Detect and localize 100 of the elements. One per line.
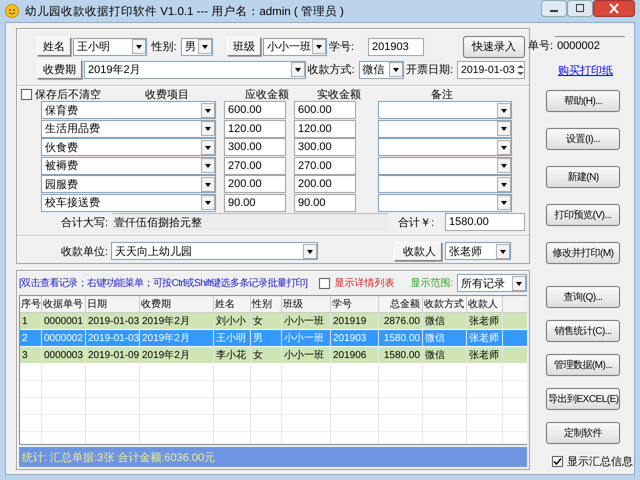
table-cell: 2876.00 xyxy=(379,313,423,329)
remark-dropdown[interactable] xyxy=(378,156,512,175)
payee-dropdown[interactable]: 天天向上幼儿园 xyxy=(111,242,318,260)
action-button[interactable]: 帮助(H)... xyxy=(546,90,620,112)
column-header[interactable]: 总金额 xyxy=(379,296,423,312)
table-cell: 2019年2月 xyxy=(140,330,214,346)
paid-amount-field[interactable]: 270.00 xyxy=(294,156,356,175)
table-cell: 女 xyxy=(251,347,282,363)
buy-paper-link[interactable]: 购买打印纸 xyxy=(558,63,613,78)
action-button[interactable]: 设置(I)... xyxy=(546,128,620,150)
collector-dropdown[interactable]: 张老师 xyxy=(445,242,511,260)
keep-checkbox-label: 保存后不清空 xyxy=(35,88,101,102)
action-button[interactable]: 打印预览(V)... xyxy=(546,204,620,226)
action-button[interactable]: 定制软件 xyxy=(546,422,620,444)
fee-item-dropdown[interactable]: 园服费 xyxy=(41,175,216,194)
table-cell: 小小一班 xyxy=(282,347,331,363)
table-cell: 201903 xyxy=(331,330,379,346)
table-cell: 0000003 xyxy=(42,347,86,363)
name-dropdown[interactable]: 王小明 xyxy=(73,38,147,56)
column-header[interactable]: 姓名 xyxy=(214,296,251,312)
remark-dropdown[interactable] xyxy=(378,120,512,138)
table-cell: 2 xyxy=(20,330,42,346)
table-cell: 2019-01-03 xyxy=(86,330,140,346)
table-row[interactable]: 3 0000003 2019-01-09 2019年2月 李小花 女 小小一班 201906 1580.00 微信 张老师 xyxy=(20,347,527,364)
column-header[interactable]: 收款人 xyxy=(467,296,503,312)
action-button[interactable]: 导出到EXCEL(E) xyxy=(546,388,620,410)
table-cell: 1580.00 xyxy=(379,347,423,363)
collector-button[interactable]: 收款人 xyxy=(394,242,442,260)
due-amount-field[interactable]: 600.00 xyxy=(224,101,286,120)
close-icon[interactable] xyxy=(593,0,635,17)
summary-bar: 统计: 汇总单据:3张 合计金额:6036.00元 xyxy=(19,447,527,467)
fee-item-dropdown[interactable]: 伙食费 xyxy=(41,138,216,156)
column-header[interactable]: 序号 xyxy=(20,296,42,312)
due-amount-field[interactable]: 200.00 xyxy=(224,175,286,194)
table-cell: 王小明 xyxy=(214,330,251,346)
total-in-words-label: 合计大写: xyxy=(61,216,108,230)
action-button[interactable]: 管理数据(M)... xyxy=(546,354,620,376)
checkbox[interactable] xyxy=(21,88,32,100)
table-cell: 张老师 xyxy=(467,330,503,346)
period-button[interactable]: 收费期 xyxy=(37,60,82,79)
hint-text: [双击查看记录；右键功能菜单；可按Ctrl或Shift键选多条记录批量打印] xyxy=(19,276,308,290)
column-header[interactable]: 学号 xyxy=(331,296,379,312)
column-header[interactable]: 收款方式 xyxy=(423,296,467,312)
table-row[interactable]: 1 0000001 2019-01-03 2019年2月 刘小小 女 小小一班 201919 2876.00 微信 张老师 xyxy=(20,313,527,330)
period-dropdown[interactable]: 2019年2月 xyxy=(84,60,306,78)
total-label: 合计￥: xyxy=(398,216,436,230)
column-header[interactable]: 性别 xyxy=(251,296,282,312)
checkbox[interactable] xyxy=(552,456,563,467)
paid-amount-field[interactable]: 300.00 xyxy=(294,138,356,156)
paid-amount-field[interactable]: 200.00 xyxy=(294,175,356,194)
range-dropdown[interactable]: 所有记录 xyxy=(457,274,527,292)
table-cell: 201906 xyxy=(331,347,379,363)
paid-amount-field[interactable]: 600.00 xyxy=(294,101,356,120)
action-button[interactable]: 销售统计(C)... xyxy=(546,320,620,342)
table-cell: 2019年2月 xyxy=(140,313,214,329)
payment-method-dropdown[interactable]: 微信 xyxy=(358,60,404,78)
table-cell: 0000002 xyxy=(42,330,86,346)
column-header: 备注 xyxy=(430,88,454,102)
class-dropdown[interactable]: 小小一班 xyxy=(263,38,327,56)
date-field[interactable]: 2019-01-03 xyxy=(457,60,525,78)
spinner-icon[interactable] xyxy=(516,62,524,76)
quick-entry-button[interactable]: 快速录入 xyxy=(463,36,525,58)
smiley-icon xyxy=(5,4,19,18)
table-cell: 男 xyxy=(251,330,282,346)
receipt-number-label: 单号: xyxy=(528,39,554,53)
checkbox[interactable] xyxy=(319,278,330,288)
table-cell: 李小花 xyxy=(214,347,251,363)
class-button[interactable]: 班级 xyxy=(227,37,261,56)
action-button[interactable]: 新建(N) xyxy=(546,166,620,188)
action-button[interactable]: 修改并打印(M) xyxy=(546,242,620,264)
due-amount-field[interactable]: 90.00 xyxy=(224,194,286,212)
paid-amount-field[interactable]: 120.00 xyxy=(294,120,356,138)
table-cell: 2019-01-03 xyxy=(86,313,140,329)
minimize-icon[interactable] xyxy=(541,0,567,17)
column-header[interactable]: 收据单号 xyxy=(42,296,86,312)
paid-amount-field[interactable]: 90.00 xyxy=(294,194,356,212)
table-cell: 3 xyxy=(20,347,42,363)
remark-dropdown[interactable] xyxy=(378,175,512,194)
gender-dropdown[interactable]: 男 xyxy=(181,38,213,56)
fee-item-dropdown[interactable]: 保育费 xyxy=(41,101,216,120)
gender-label: 性别: xyxy=(150,40,178,54)
remark-dropdown[interactable] xyxy=(378,101,512,120)
due-amount-field[interactable]: 270.00 xyxy=(224,156,286,175)
remark-dropdown[interactable] xyxy=(378,138,512,156)
due-amount-field[interactable]: 300.00 xyxy=(224,138,286,156)
fee-item-dropdown[interactable]: 生活用品费 xyxy=(41,120,216,138)
action-button[interactable]: 查询(Q)... xyxy=(546,286,620,308)
remark-dropdown[interactable] xyxy=(378,194,512,212)
maximize-icon[interactable] xyxy=(567,0,593,17)
column-header[interactable]: 日期 xyxy=(86,296,140,312)
column-header[interactable]: 班级 xyxy=(282,296,331,312)
student-number-field[interactable]: 201903 xyxy=(368,38,424,56)
fee-item-dropdown[interactable]: 校车接送费 xyxy=(41,194,216,212)
fee-item-dropdown[interactable]: 被褥费 xyxy=(41,156,216,175)
due-amount-field[interactable]: 120.00 xyxy=(224,120,286,138)
column-header[interactable]: 收费期 xyxy=(140,296,214,312)
total-in-words-field: 壹仟伍佰捌拾元整 xyxy=(112,213,388,231)
name-button[interactable]: 姓名 xyxy=(37,37,71,56)
table-cell: 张老师 xyxy=(467,347,503,363)
total-field[interactable]: 1580.00 xyxy=(445,213,525,231)
